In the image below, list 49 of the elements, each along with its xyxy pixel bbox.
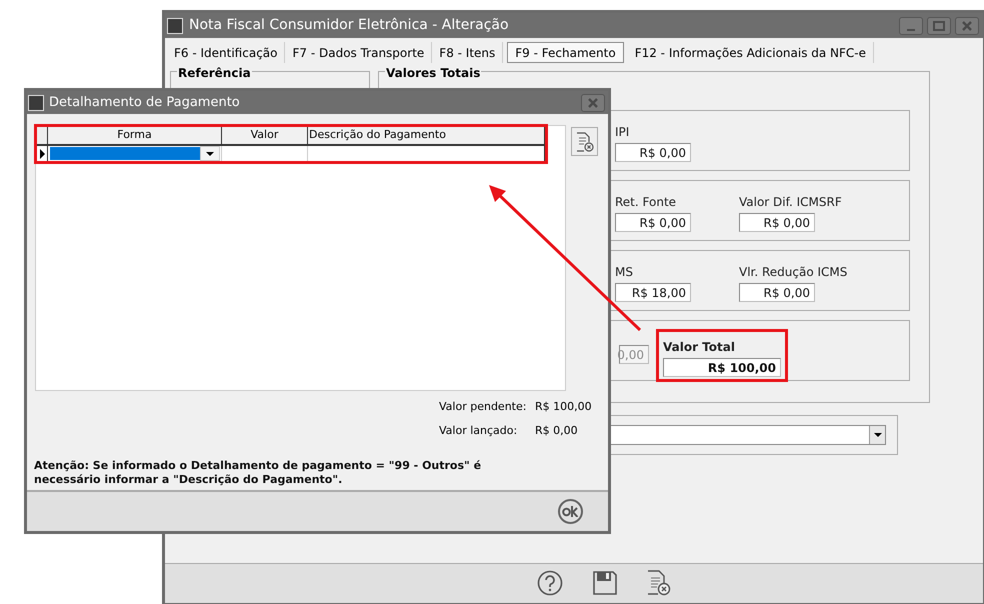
window-title: Nota Fiscal Consumidor Eletrônica - Alteração <box>189 16 510 35</box>
delete-row-button[interactable] <box>571 127 598 156</box>
dialog-title: Detalhamento de Pagamento <box>49 94 241 112</box>
delete-document-icon <box>576 132 594 152</box>
amount-field[interactable]: R$ 0,00 <box>615 143 691 162</box>
close-button[interactable] <box>955 16 979 34</box>
amount-field[interactable]: R$ 0,00 <box>615 213 691 232</box>
column-header[interactable]: Valor <box>222 127 308 144</box>
dropdown-button[interactable] <box>869 426 885 444</box>
tab[interactable]: F6 - Identificação <box>167 42 286 63</box>
app-icon <box>167 18 183 34</box>
field-label: Ret. Fonte <box>615 194 678 211</box>
column-header[interactable]: Forma <box>48 127 222 144</box>
ok-icon <box>562 506 579 517</box>
summary-value: R$ 100,00 <box>535 399 592 415</box>
caret-icon <box>206 152 214 156</box>
maximize-button[interactable] <box>927 16 951 34</box>
amount-field[interactable]: R$ 0,00 <box>739 283 815 302</box>
maximize-icon <box>933 20 945 30</box>
minimize-icon <box>907 28 915 30</box>
save-icon[interactable] <box>593 570 617 594</box>
field-label: Valor Dif. ICMSRF <box>739 194 842 211</box>
close-button[interactable] <box>581 94 605 112</box>
amount-field[interactable]: R$ 0,00 <box>739 213 815 232</box>
help-icon[interactable] <box>537 570 563 596</box>
close-icon <box>587 98 599 108</box>
summary-value: R$ 0,00 <box>535 422 578 438</box>
cancel-document-icon[interactable] <box>647 570 671 596</box>
field-label: Valor Total <box>663 339 736 356</box>
ok-button[interactable] <box>558 499 583 524</box>
field-label: IPI <box>615 124 630 141</box>
field-label: Vlr. Redução ICMS <box>739 264 848 281</box>
selected-cell[interactable] <box>50 147 200 160</box>
tab[interactable]: F9 - Fechamento <box>507 42 624 63</box>
tab[interactable]: F12 - Informações Adicionais da NFC-e <box>628 42 874 63</box>
column-header[interactable]: Descrição do Pagamento <box>308 127 545 144</box>
amount-field[interactable]: R$ 100,00 <box>663 358 781 377</box>
warning-text: Atenção: Se informado o Detalhamento de pagamento = "99 - Outros" é necessário informar a "Descrição do Pagamento". <box>34 459 482 487</box>
minimize-button[interactable] <box>899 16 923 34</box>
summary-label: Valor pendente: <box>439 399 528 415</box>
field-label: MS <box>615 264 634 281</box>
summary-label: Valor lançado: <box>439 422 518 438</box>
close-icon <box>961 20 973 30</box>
forma-dropdown[interactable] <box>48 146 222 161</box>
tab[interactable]: F8 - Itens <box>432 42 504 63</box>
tab[interactable]: F7 - Dados Transporte <box>285 42 432 63</box>
amount-field[interactable]: R$ 18,00 <box>615 283 691 302</box>
app-icon <box>28 94 44 110</box>
caret-icon <box>874 433 882 437</box>
